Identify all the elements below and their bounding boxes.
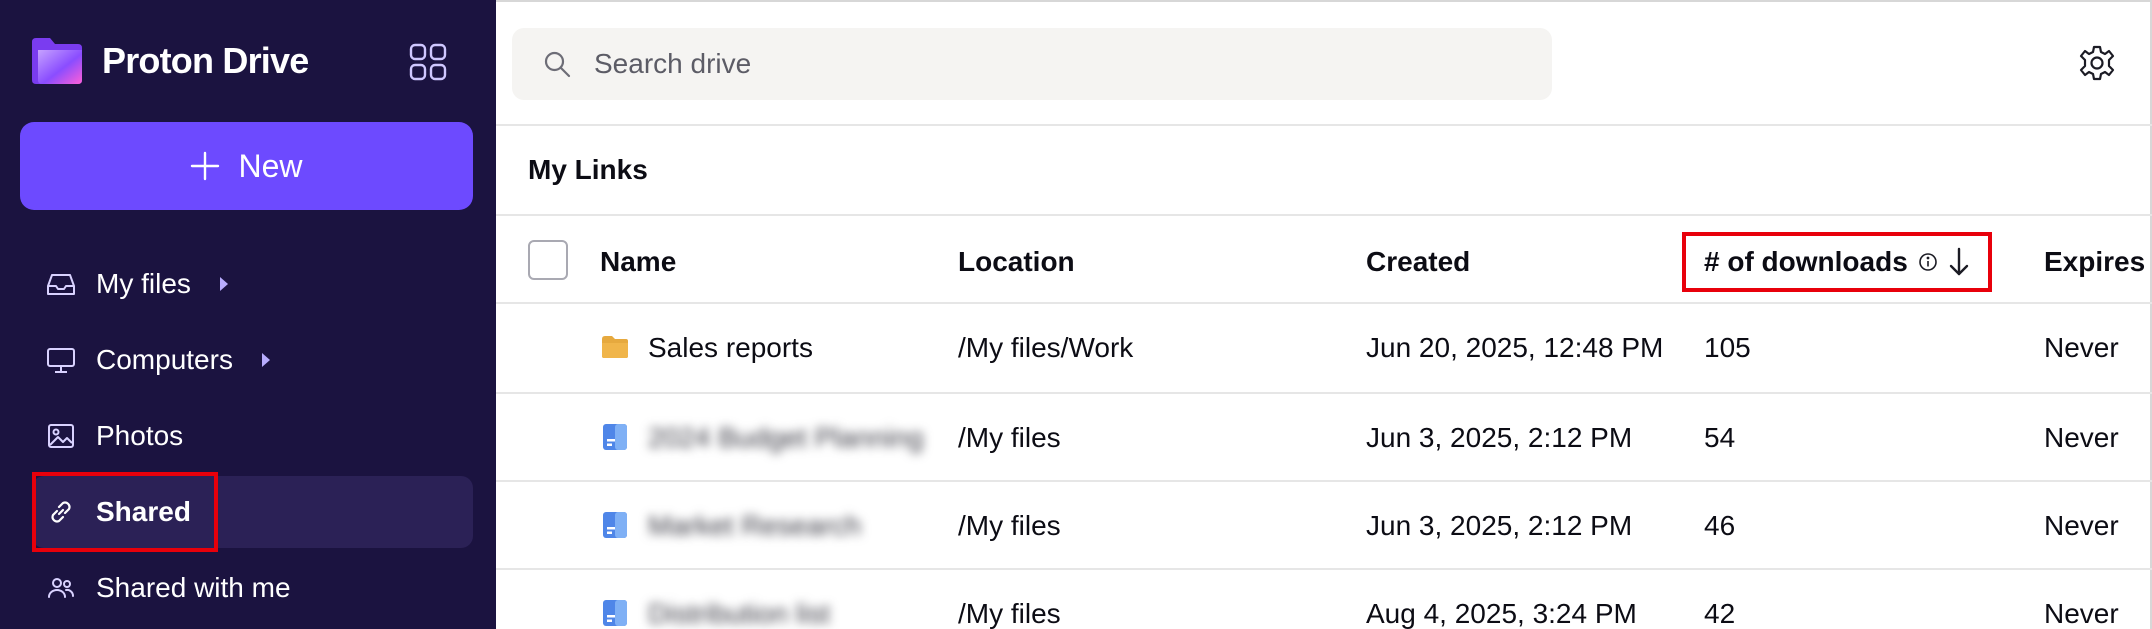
folder-icon [602, 336, 628, 358]
new-button[interactable]: New [20, 122, 473, 210]
link-icon [51, 501, 71, 523]
table-row[interactable]: Distribution list /My files Aug 4, 2025,… [496, 570, 2152, 629]
row-location: /My files [958, 510, 1061, 541]
search-bar[interactable] [512, 28, 1552, 100]
search-input[interactable] [594, 48, 1494, 80]
image-icon [48, 424, 74, 448]
row-created: Aug 4, 2025, 3:24 PM [1366, 598, 1637, 629]
brand-name: Proton Drive [102, 40, 309, 81]
section-title: My Links [528, 154, 648, 185]
brand[interactable]: Proton Drive [28, 36, 309, 86]
column-header-expires[interactable]: Expires [2044, 246, 2145, 278]
chevron-right-icon[interactable] [259, 351, 273, 369]
new-button-label: New [238, 147, 303, 184]
row-location: /My files/Work [958, 332, 1134, 363]
row-expires: Never [2044, 422, 2119, 453]
inbox-tray-icon [47, 274, 75, 295]
select-all-checkbox[interactable] [528, 240, 568, 280]
main-content: My Links Name Location Created # of down… [496, 0, 2152, 629]
column-header-downloads-label: # of downloads [1704, 246, 1908, 277]
sidebar-item-computers[interactable]: Computers [32, 324, 473, 396]
row-expires: Never [2044, 510, 2119, 541]
sidebar-item-label: Shared [96, 496, 191, 527]
row-created: Jun 20, 2025, 12:48 PM [1366, 332, 1664, 363]
sidebar-item-photos[interactable]: Photos [32, 400, 473, 472]
column-header-created[interactable]: Created [1366, 246, 1470, 278]
document-icon [603, 424, 627, 450]
row-name[interactable]: Distribution list [648, 598, 830, 629]
document-icon [603, 600, 627, 626]
sidebar-item-shared-with-me[interactable]: Shared with me [32, 552, 473, 624]
document-icon [603, 512, 627, 538]
column-header-location[interactable]: Location [958, 246, 1075, 278]
row-downloads: 105 [1704, 332, 1751, 363]
sidebar-item-label: Shared with me [96, 572, 291, 603]
proton-drive-logo-icon [32, 38, 82, 84]
monitor-icon [47, 348, 75, 373]
users-icon [48, 578, 75, 598]
plus-icon [191, 151, 220, 181]
gear-icon[interactable] [2078, 44, 2116, 82]
row-location: /My files [958, 598, 1061, 629]
row-downloads: 54 [1704, 422, 1736, 453]
row-location: /My files [958, 422, 1061, 453]
sidebar-item-label: Photos [96, 420, 184, 451]
table-row[interactable]: Sales reports /My files/Work Jun 20, 202… [496, 304, 2152, 392]
row-downloads: 46 [1704, 510, 1736, 541]
row-created: Jun 3, 2025, 2:12 PM [1366, 510, 1633, 541]
row-expires: Never [2044, 598, 2119, 629]
sidebar-item-shared[interactable]: Shared [32, 476, 473, 548]
row-name[interactable]: 2024 Budget Planning [648, 422, 924, 454]
sort-descending-arrow-icon[interactable] [1948, 246, 1970, 278]
row-expires: Never [2044, 332, 2119, 363]
table-row[interactable]: Market Research /My files Jun 3, 2025, 2… [496, 482, 2152, 570]
search-icon [544, 51, 571, 78]
info-icon[interactable] [1918, 252, 1938, 272]
row-name[interactable]: Sales reports [648, 332, 813, 364]
row-created: Jun 3, 2025, 2:12 PM [1366, 422, 1633, 453]
section-divider [496, 214, 2152, 216]
row-name[interactable]: Market Research [648, 510, 861, 542]
sidebar-item-my-files[interactable]: My files [32, 248, 473, 320]
apps-grid-icon[interactable] [408, 42, 448, 82]
header-divider [496, 124, 2152, 126]
sidebar-item-label: Computers [96, 344, 233, 375]
sidebar: Proton Drive New My files Computers Phot… [0, 0, 496, 629]
table-row[interactable]: 2024 Budget Planning /My files Jun 3, 20… [496, 394, 2152, 482]
chevron-right-icon[interactable] [217, 275, 231, 293]
row-downloads: 42 [1704, 598, 1736, 629]
column-header-name[interactable]: Name [600, 246, 676, 278]
column-header-downloads[interactable]: # of downloads [1704, 246, 1970, 278]
sidebar-item-label: My files [96, 268, 191, 299]
